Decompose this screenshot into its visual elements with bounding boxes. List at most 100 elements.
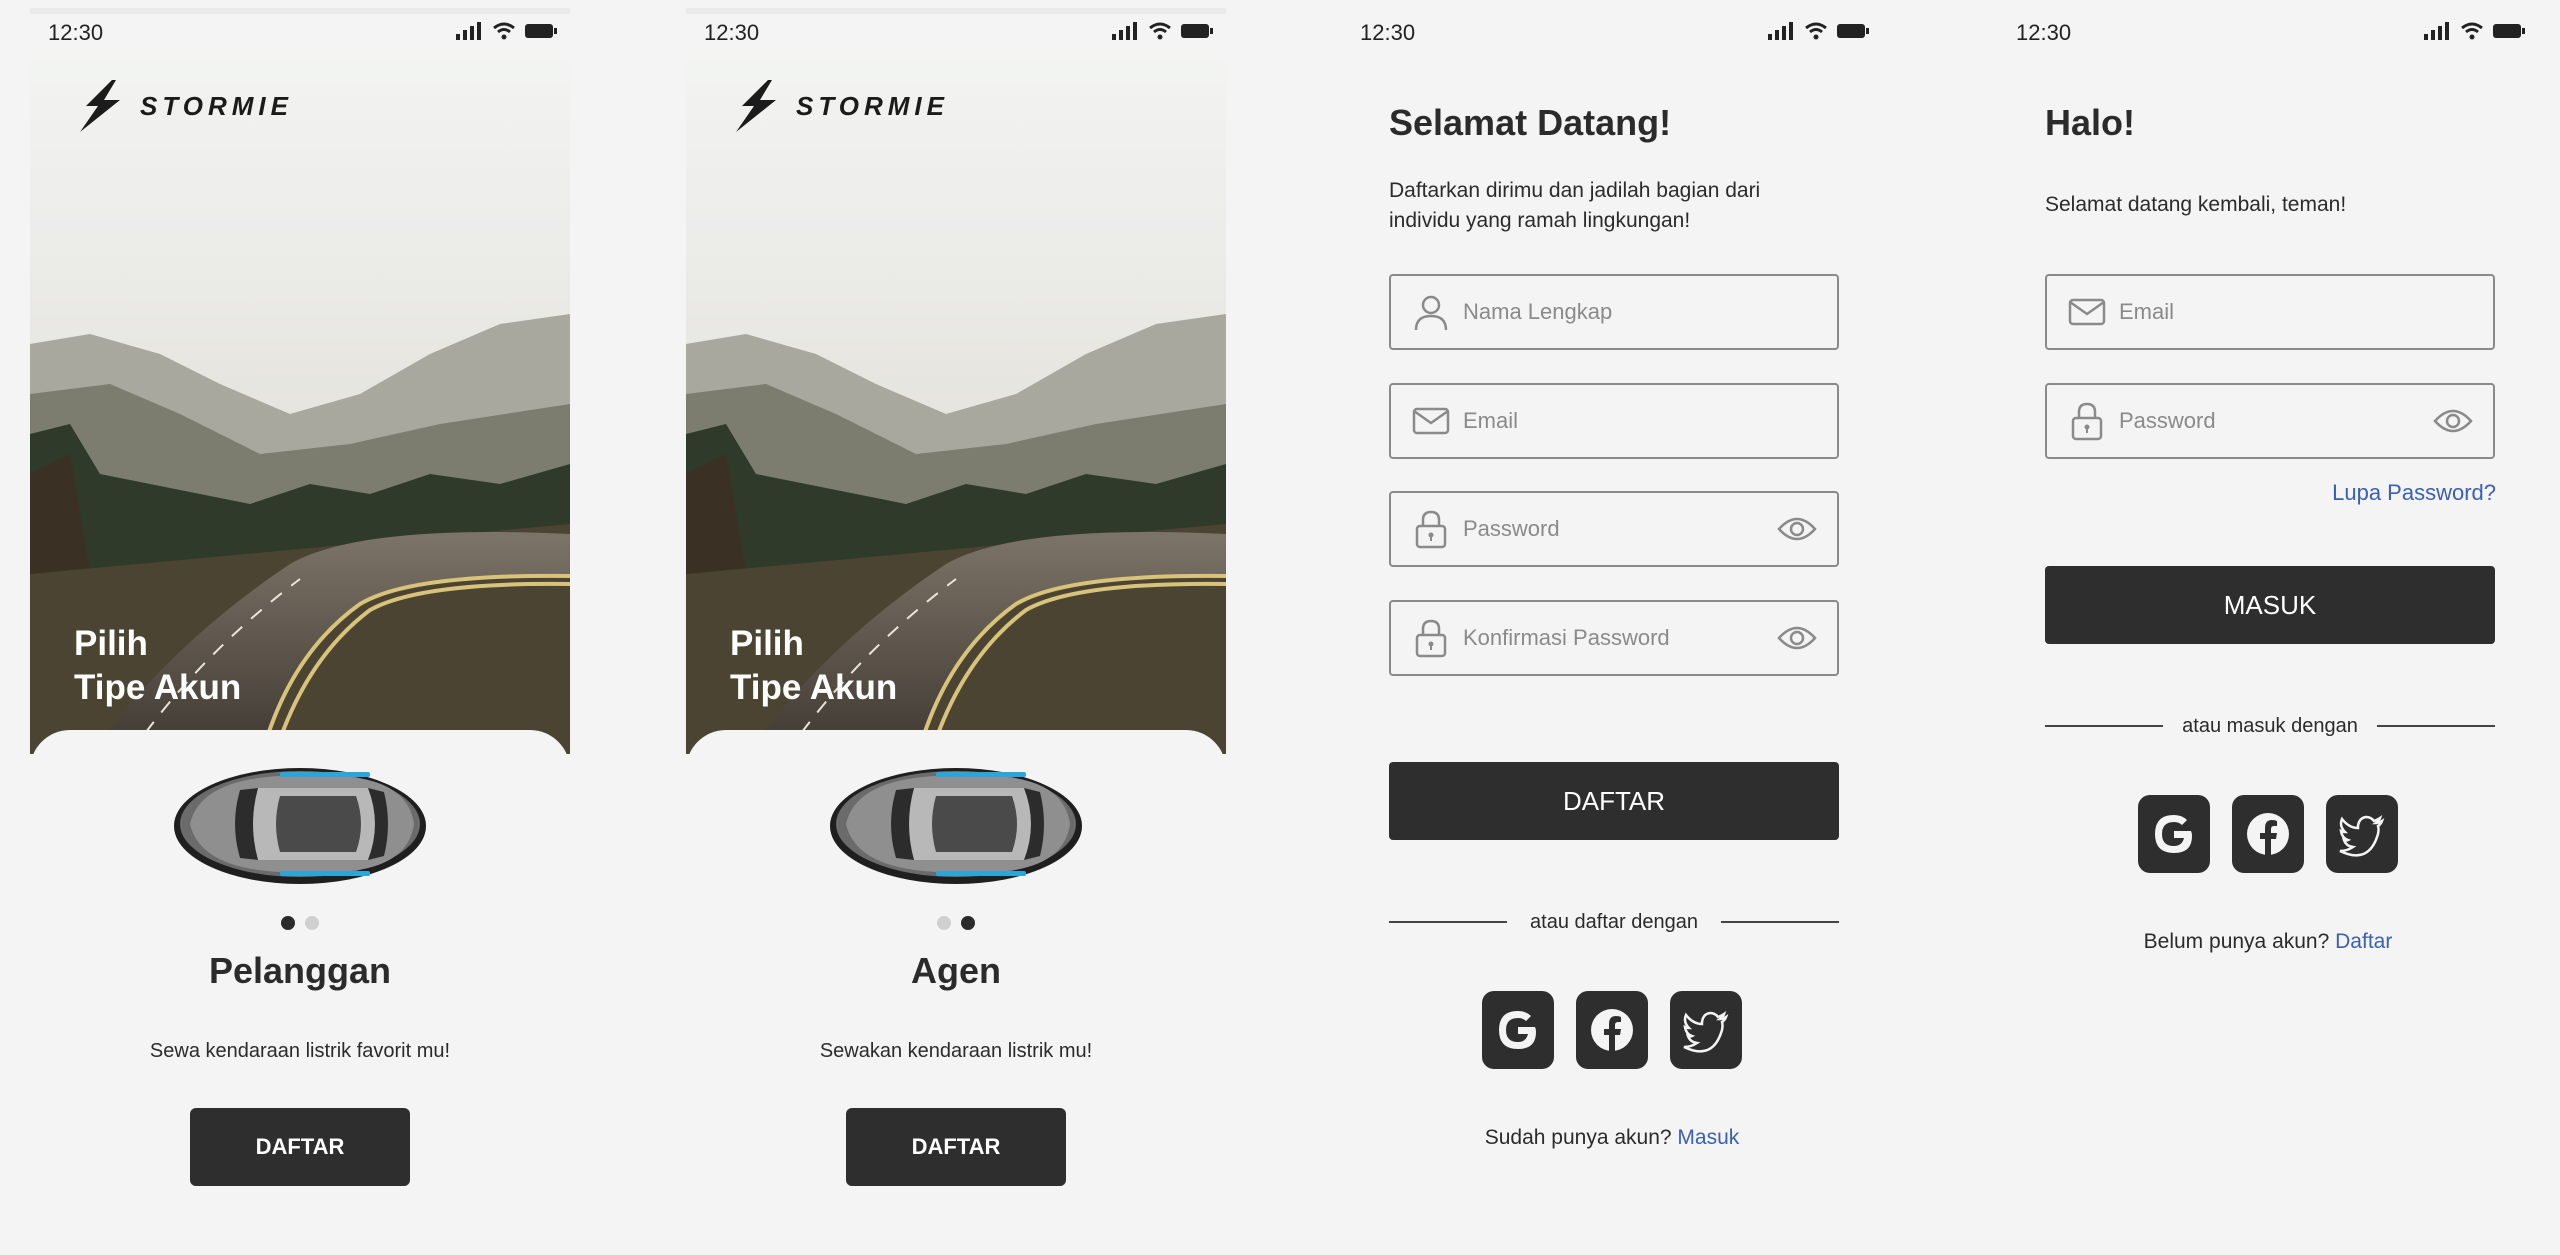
register-link[interactable]: Daftar [2335,930,2392,953]
social-divider: atau daftar dengan [1389,907,1839,937]
page-dot-1[interactable] [937,916,951,930]
social-buttons [1998,795,2538,873]
lock-icon [1415,510,1447,549]
account-type-screen-customer: 12:30 STORMIE Pilih Tipe Akun Pelanggan … [30,0,570,1255]
status-bar: 12:30 [30,0,570,56]
signal-icon [1112,22,1137,40]
email-field[interactable]: Email [2045,274,2495,350]
google-button[interactable] [2138,795,2210,873]
battery-icon [2493,24,2525,38]
page-dot-2[interactable] [305,916,319,930]
register-screen: 12:30 Selamat Datang! Daftarkan dirimu d… [1342,0,1882,1255]
divider-line-right [1721,921,1839,923]
eye-icon[interactable] [1777,515,1817,543]
mail-icon [2068,298,2106,326]
password-placeholder: Password [2119,408,2216,433]
status-bar: 12:30 [1998,0,2538,56]
wifi-icon [1149,22,1171,40]
battery-icon [1837,24,1869,38]
facebook-button[interactable] [2232,795,2304,873]
status-time: 12:30 [2016,20,2072,45]
wifi-icon [2461,22,2483,40]
lock-icon [1415,619,1447,658]
twitter-button[interactable] [2326,795,2398,873]
brand-logo: STORMIE [728,78,949,134]
google-icon [1499,1011,1536,1049]
lightning-icon [736,80,776,132]
twitter-button[interactable] [1670,991,1742,1069]
email-placeholder: Email [1463,408,1519,433]
password-field[interactable]: Password [1389,491,1839,567]
register-button[interactable]: DAFTAR [846,1108,1066,1186]
google-icon [2155,815,2192,853]
hero-title-line2: Tipe Akun [730,668,898,707]
page-indicator [30,916,570,930]
signal-icon [1768,22,1793,40]
eye-icon[interactable] [2433,407,2473,435]
status-bar: 12:30 [686,0,1226,56]
hero-title-line1: Pilih [74,624,148,663]
password-placeholder: Password [1463,516,1560,541]
twitter-icon [1683,1010,1729,1053]
facebook-button[interactable] [1576,991,1648,1069]
register-button[interactable]: DAFTAR [1389,762,1839,840]
facebook-icon [2247,813,2289,855]
status-time: 12:30 [704,20,760,45]
login-link[interactable]: Masuk [1677,1126,1739,1149]
wifi-icon [493,22,515,40]
hero-title: Pilih Tipe Akun [74,622,241,710]
account-type-description: Sewakan kendaraan listrik mu! [819,1040,1093,1062]
page-indicator [686,916,1226,930]
status-time: 12:30 [48,20,104,45]
page-dot-1[interactable] [281,916,295,930]
account-type-card: Agen Sewakan kendaraan listrik mu! DAFTA… [686,730,1226,1255]
hero-image: STORMIE Pilih Tipe Akun [686,54,1226,754]
twitter-icon [2339,814,2385,857]
lightning-icon [80,80,120,132]
account-type-title: Pelanggan [208,950,392,991]
battery-icon [1181,24,1213,38]
account-type-screen-agent: 12:30 STORMIE Pilih Tipe Akun Agen Sewak… [686,0,1226,1255]
register-prompt-text: Belum punya akun? [2143,930,2330,953]
email-field[interactable]: Email [1389,383,1839,459]
account-type-title: Agen [911,950,1001,991]
login-prompt: Sudah punya akun? Masuk [1342,1126,1882,1150]
password-field[interactable]: Password [2045,383,2495,459]
eye-icon[interactable] [1777,624,1817,652]
mail-icon [1412,407,1450,435]
lock-icon [2071,402,2103,441]
page-subtitle: Selamat datang kembali, teman! [2045,193,2347,216]
brand-logo: STORMIE [72,78,293,134]
register-button[interactable]: DAFTAR [190,1108,410,1186]
login-prompt-text: Sudah punya akun? [1484,1126,1672,1149]
car-image[interactable] [826,758,1086,888]
full-name-placeholder: Nama Lengkap [1463,299,1613,324]
full-name-field[interactable]: Nama Lengkap [1389,274,1839,350]
google-button[interactable] [1482,991,1554,1069]
confirm-password-field[interactable]: Konfirmasi Password [1389,600,1839,676]
email-placeholder: Email [2119,299,2175,324]
facebook-icon [1591,1009,1633,1051]
hero-title: Pilih Tipe Akun [730,622,897,710]
register-prompt: Belum punya akun? Daftar [1998,930,2538,954]
hero-title-line2: Tipe Akun [74,668,242,707]
wifi-icon [1805,22,1827,40]
user-icon [1414,295,1448,331]
divider-line-right [2377,725,2495,727]
signal-icon [456,22,481,40]
signal-icon [2424,22,2449,40]
car-image[interactable] [170,758,430,888]
login-screen: 12:30 Halo! Selamat datang kembali, tema… [1998,0,2538,1255]
hero-image: STORMIE Pilih Tipe Akun [30,54,570,754]
page-dot-2[interactable] [961,916,975,930]
login-button[interactable]: MASUK [2045,566,2495,644]
account-type-description: Sewa kendaraan listrik favorit mu! [149,1040,451,1062]
status-bar: 12:30 [1342,0,1882,56]
social-buttons [1342,991,1882,1069]
brand-name: STORMIE [796,90,949,121]
page-title: Halo! [2045,102,2135,143]
account-type-card: Pelanggan Sewa kendaraan listrik favorit… [30,730,570,1255]
page-title: Selamat Datang! [1389,102,1672,143]
social-divider: atau masuk dengan [2045,711,2495,741]
forgot-password-link[interactable]: Lupa Password? [2332,480,2496,506]
